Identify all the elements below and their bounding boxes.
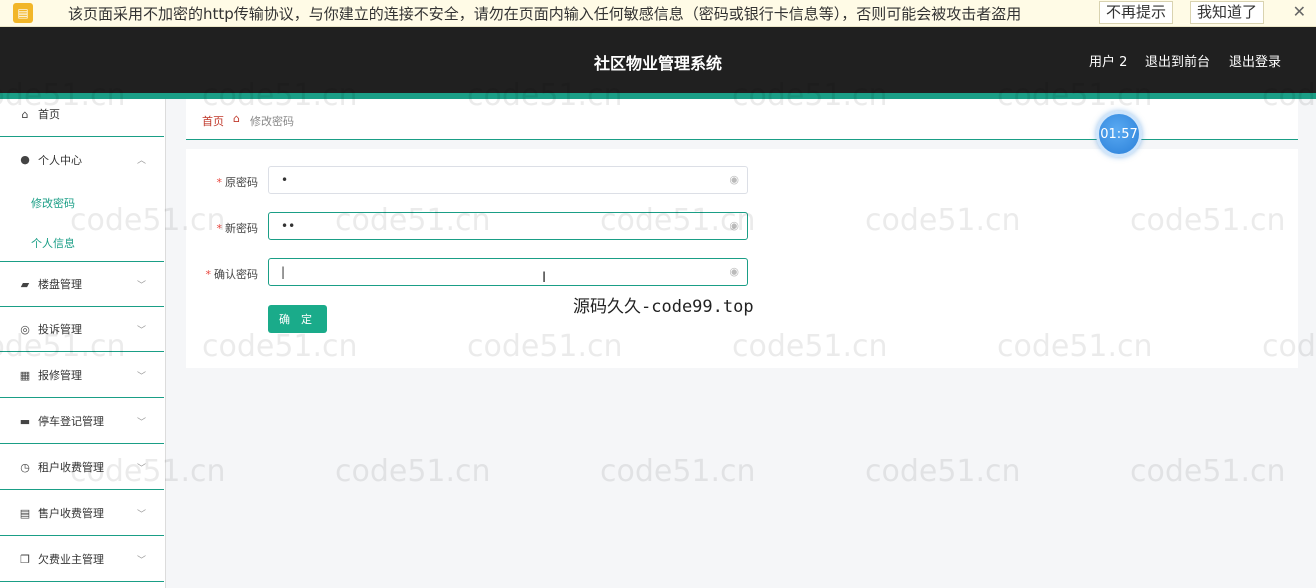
sidebar-item-home[interactable]: ⌂ 首页: [0, 99, 164, 137]
building-icon: ▰: [20, 277, 30, 291]
sidebar-item-label: 报修管理: [38, 369, 82, 382]
old-password-label: * 原密码: [216, 176, 259, 189]
sidebar-item-tenant-fee[interactable]: ◷ 租户收费管理 ﹀: [0, 445, 164, 490]
warning-text: 该页面采用不加密的http传输协议，与你建立的连接不安全，请勿在页面内输入任何敏…: [68, 4, 1022, 23]
sidebar-item-property[interactable]: ▰ 楼盘管理 ﹀: [0, 262, 164, 307]
user-icon: ●: [20, 153, 30, 166]
sidebar-item-label: 售户收费管理: [38, 507, 104, 520]
confirm-button[interactable]: 确 定: [268, 305, 327, 333]
home-icon: ⌂: [21, 107, 29, 121]
copy-icon: ❐: [20, 552, 30, 566]
sidebar-item-label: 首页: [38, 108, 60, 121]
eye-icon[interactable]: ◉: [729, 167, 739, 193]
old-password-input[interactable]: • ◉: [268, 166, 748, 194]
close-icon[interactable]: ✕: [1293, 2, 1306, 21]
eye-icon[interactable]: ◉: [729, 213, 739, 239]
exit-to-front-link[interactable]: 退出到前台: [1145, 51, 1210, 70]
chevron-down-icon: ﹀: [136, 509, 146, 520]
grid-icon: ▦: [19, 368, 31, 382]
sidebar-item-parking[interactable]: ▬ 停车登记管理 ﹀: [0, 399, 164, 444]
chevron-down-icon: ﹀: [136, 555, 146, 566]
logout-link[interactable]: 退出登录: [1229, 51, 1281, 70]
printer-icon: ▤: [19, 506, 31, 520]
chevron-down-icon: ﹀: [136, 325, 146, 336]
car-icon: ▬: [19, 414, 31, 428]
sidebar-item-label: 欠费业主管理: [38, 553, 104, 566]
sidebar-item-sales-fee[interactable]: ▤ 售户收费管理 ﹀: [0, 491, 164, 536]
sidebar-item-label: 个人中心: [38, 153, 82, 167]
sidebar: ⌂ 首页 ● 个人中心 ︿ 修改密码 个人信息 ▰ 楼盘管理 ﹀ ◎ 投诉管理 …: [0, 99, 166, 588]
sidebar-item-personal-center[interactable]: ● 个人中心 ︿: [0, 137, 164, 182]
current-user-link[interactable]: 用户 2: [1089, 51, 1127, 70]
warning-icon: ▤: [13, 3, 33, 23]
complaint-icon: ◎: [20, 322, 30, 336]
chevron-down-icon: ﹀: [136, 463, 146, 474]
chevron-down-icon: ﹀: [136, 371, 146, 382]
eye-icon[interactable]: ◉: [729, 259, 739, 285]
clock-icon: ◷: [20, 460, 30, 474]
confirm-password-input[interactable]: | ◉: [268, 258, 748, 286]
text-cursor-icon: Ⅰ: [542, 270, 547, 286]
got-it-button[interactable]: 我知道了: [1190, 1, 1265, 24]
change-password-form: * 原密码 • ◉ * 新密码 •• ◉ * 确认密码 | ◉ 确 定: [186, 149, 1298, 368]
timer-badge[interactable]: 01:57: [1096, 111, 1142, 157]
confirm-password-label: * 确认密码: [205, 268, 259, 281]
sidebar-item-repair[interactable]: ▦ 报修管理 ﹀: [0, 353, 164, 398]
no-remind-button[interactable]: 不再提示: [1099, 1, 1174, 24]
sidebar-item-label: 楼盘管理: [38, 278, 82, 291]
breadcrumb-current: 修改密码: [250, 115, 294, 128]
overlay-watermark-text: 源码久久-code99.top: [573, 297, 754, 317]
sidebar-item-label: 租户收费管理: [38, 461, 104, 474]
chevron-up-icon: ︿: [136, 156, 146, 166]
sidebar-subitem-change-password[interactable]: 修改密码: [31, 195, 75, 211]
sidebar-subitem-personal-info[interactable]: 个人信息: [31, 235, 75, 251]
security-warning-bar: ▤ 该页面采用不加密的http传输协议，与你建立的连接不安全，请勿在页面内输入任…: [0, 0, 1316, 27]
new-password-input[interactable]: •• ◉: [268, 212, 748, 240]
sidebar-item-label: 停车登记管理: [38, 415, 104, 428]
top-header: 社区物业管理系统 用户 2 退出到前台 退出登录: [0, 27, 1316, 93]
chevron-down-icon: ﹀: [136, 417, 146, 428]
home-icon: ⌂: [233, 112, 240, 125]
sidebar-item-complaint[interactable]: ◎ 投诉管理 ﹀: [0, 307, 164, 352]
new-password-label: * 新密码: [216, 222, 259, 235]
breadcrumb-home[interactable]: 首页: [202, 113, 224, 129]
sidebar-item-label: 投诉管理: [38, 323, 82, 336]
chevron-down-icon: ﹀: [136, 280, 146, 291]
sidebar-item-arrears[interactable]: ❐ 欠费业主管理 ﹀: [0, 537, 164, 582]
